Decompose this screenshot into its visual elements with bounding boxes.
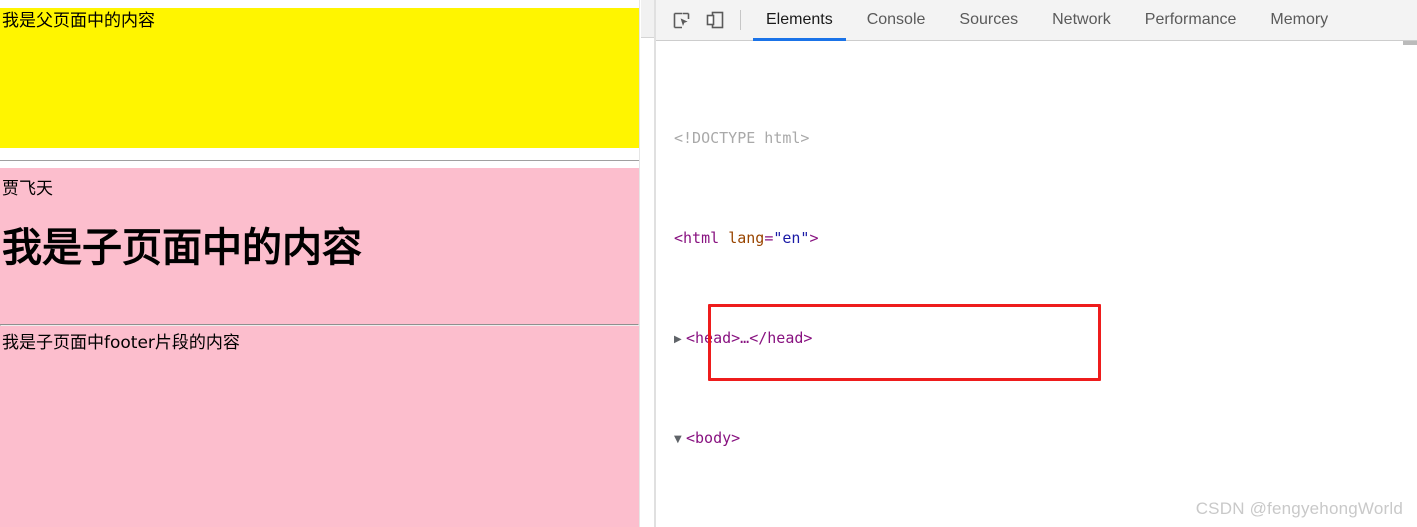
html-open-lt: < [674,229,684,247]
devtools-toolbar: Elements Console Sources Network Perform… [656,0,1417,41]
html-tag-name: html [683,229,720,247]
tab-console[interactable]: Console [850,0,943,41]
page-viewport: 我是父页面中的内容 贾飞天 我是子页面中的内容 我是子页面中footer片段的内… [0,0,639,527]
tab-elements-label: Elements [766,11,833,28]
tab-sources[interactable]: Sources [942,0,1035,41]
inspect-element-icon[interactable] [666,6,696,34]
device-toolbar-icon[interactable] [700,6,730,34]
devtools-pane: Elements Console Sources Network Perform… [656,0,1417,527]
page-scrollbar-thumb[interactable] [641,0,654,38]
page-divider-top [0,160,639,161]
html-attr-eq: = [764,229,774,247]
devtools-tab-bar: Elements Console Sources Network Perform… [749,0,1345,41]
child-page-footer-text: 我是子页面中footer片段的内容 [2,333,240,353]
tab-sources-label: Sources [959,11,1019,28]
tab-performance-label: Performance [1144,11,1237,28]
screen-root: 我是父页面中的内容 贾飞天 我是子页面中的内容 我是子页面中footer片段的内… [0,0,1417,527]
child-page-author: 贾飞天 [2,179,53,199]
parent-page-text: 我是父页面中的内容 [2,11,155,31]
tab-elements[interactable]: Elements [749,0,850,41]
dom-row-body-open[interactable]: ▼ <body> [656,426,1417,451]
doctype-text: <!DOCTYPE html> [674,129,810,147]
watermark-text: CSDN @fengyehongWorld [1195,499,1403,518]
chevron-right-icon[interactable]: ▶ [674,327,686,352]
dom-row-html-open[interactable]: <html lang="en"> [656,226,1417,251]
tab-performance[interactable]: Performance [1128,0,1254,41]
html-attr-name: lang [728,229,765,247]
html-attr-value: "en" [773,229,810,247]
head-node-text: <head>…</head> [686,329,813,347]
page-vertical-scrollbar[interactable] [639,0,654,527]
tab-console-label: Console [866,11,926,28]
dom-tree[interactable]: <!DOCTYPE html> <html lang="en"> ▶ <head>… [656,41,1417,527]
child-page-divider [0,324,639,326]
toolbar-separator [740,10,741,30]
html-space [719,229,728,247]
child-page-heading: 我是子页面中的内容 [2,225,362,271]
rendered-page-pane: 我是父页面中的内容 贾飞天 我是子页面中的内容 我是子页面中footer片段的内… [0,0,654,527]
tab-memory[interactable]: Memory [1253,0,1345,41]
tab-network-label: Network [1052,11,1111,28]
tab-network[interactable]: Network [1035,0,1128,41]
child-page-block: 贾飞天 我是子页面中的内容 我是子页面中footer片段的内容 [0,168,639,527]
tab-memory-label: Memory [1270,11,1329,28]
dom-row-head[interactable]: ▶ <head>…</head> [656,326,1417,351]
dom-row-doctype[interactable]: <!DOCTYPE html> [656,126,1417,151]
parent-page-block: 我是父页面中的内容 [0,8,639,148]
html-open-gt: > [809,229,819,247]
chevron-down-icon[interactable]: ▼ [674,427,686,452]
body-open-text: <body> [686,429,741,447]
